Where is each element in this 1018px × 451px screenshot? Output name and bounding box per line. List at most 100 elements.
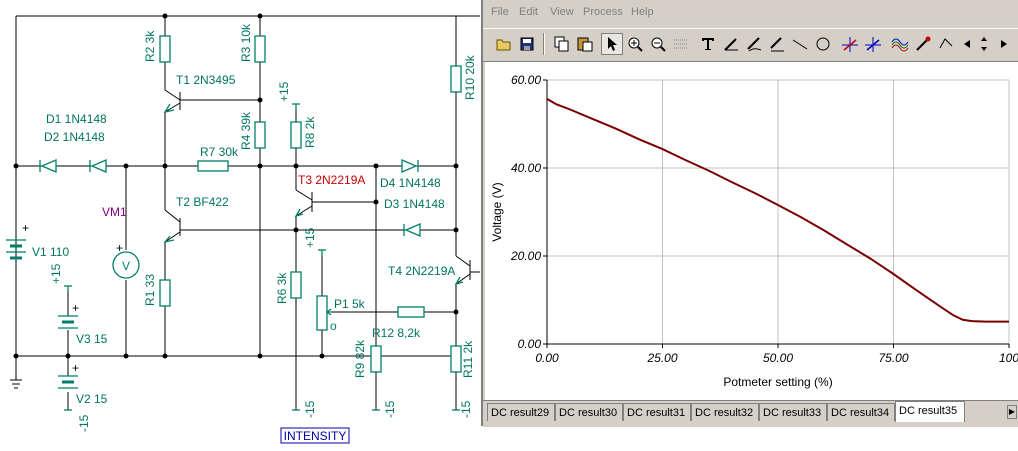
r11-resistor[interactable]: [450, 345, 462, 373]
v2-battery[interactable]: [58, 375, 78, 389]
y-tick-label: 40.00: [511, 161, 541, 175]
tab-dc-result32[interactable]: DC result32: [691, 403, 759, 421]
intensity-label: INTENSITY: [284, 429, 347, 443]
plus-sign-vm1: +: [116, 241, 123, 255]
x-tick-label: 25.00: [646, 351, 677, 365]
t2-label: T2 BF422: [176, 195, 229, 209]
r9-resistor[interactable]: [370, 345, 382, 373]
r2-resistor[interactable]: [159, 35, 171, 63]
plot-area[interactable]: 0.00 25.00 50.00 75.00 100 0.00 20.00 40.00 60.0…: [485, 62, 1018, 400]
tab-dc-result31[interactable]: DC result31: [623, 403, 691, 421]
scroll-right-icon[interactable]: [997, 33, 1011, 55]
r6-label: R6 3k: [275, 272, 289, 304]
r1-resistor[interactable]: [159, 279, 171, 307]
plus-sign-v2: +: [72, 361, 79, 375]
y-tick-label: 60.00: [511, 73, 541, 87]
plus15-pot-label: +15: [303, 227, 317, 248]
x-tick-label: 75.00: [878, 351, 908, 365]
d1-label: D1 1N4148: [46, 112, 107, 126]
paste-icon[interactable]: [574, 33, 596, 55]
cursor-b-icon[interactable]: [862, 33, 884, 55]
d2-diode[interactable]: [89, 159, 107, 173]
r7-resistor[interactable]: [197, 160, 229, 172]
menu-edit[interactable]: Edit: [519, 6, 538, 18]
menu-view[interactable]: View: [550, 6, 574, 18]
pot-marker: o: [330, 319, 337, 333]
r12-label: R12 8,2k: [372, 326, 421, 340]
d3-diode[interactable]: [403, 223, 421, 237]
d3-label: D3 1N4148: [384, 197, 445, 211]
tab-dc-result35[interactable]: DC result35: [895, 401, 965, 422]
plus-sign-v3: +: [72, 301, 79, 315]
line-icon[interactable]: [789, 33, 811, 55]
minus15-v2-label: -15: [77, 414, 91, 432]
zoom-in-icon[interactable]: [624, 33, 646, 55]
save-icon[interactable]: [516, 33, 538, 55]
marker-icon[interactable]: [912, 33, 934, 55]
r3-resistor[interactable]: [254, 35, 266, 63]
grid-icon[interactable]: [670, 33, 692, 55]
r10-resistor[interactable]: [450, 65, 462, 93]
circle-icon[interactable]: [812, 33, 834, 55]
r12-resistor[interactable]: [397, 306, 425, 318]
v3-battery[interactable]: [58, 315, 78, 329]
r3-label: R3 10k: [239, 23, 253, 62]
x-axis-label: Potmeter setting (%): [723, 375, 832, 389]
cursor-a-icon[interactable]: [839, 33, 861, 55]
p1-label: P1 5k: [334, 297, 366, 311]
waves-icon[interactable]: [889, 33, 911, 55]
d4-label: D4 1N4148: [380, 176, 441, 190]
menu-file[interactable]: File: [491, 6, 509, 18]
tab-dc-result33[interactable]: DC result33: [759, 403, 827, 421]
r1-label: R1 33: [143, 274, 157, 306]
v1-label: V1 110: [32, 245, 69, 259]
minus15-r6-label: -15: [303, 400, 317, 418]
plus15-left-label: +15: [49, 263, 63, 284]
tab-dc-result34[interactable]: DC result34: [827, 403, 895, 421]
scroll-updown-icon[interactable]: [977, 33, 991, 55]
zoom-out-icon[interactable]: [647, 33, 669, 55]
plus-sign-v1: +: [22, 221, 29, 235]
copy-icon[interactable]: [551, 33, 573, 55]
v2-label: V2 15: [76, 392, 108, 406]
open-icon[interactable]: [493, 33, 515, 55]
v3-label: V3 15: [76, 332, 108, 346]
r10-label: R10 20k: [463, 54, 477, 100]
r11-label: R11 2k: [461, 340, 475, 378]
dc-result-chart: 0.00 25.00 50.00 75.00 100 0.00 20.00 40.00 60.0…: [490, 73, 1018, 389]
menu-process[interactable]: Process: [583, 6, 623, 18]
toolbar: [483, 28, 1018, 62]
pointer-icon[interactable]: [601, 33, 623, 55]
circuit-schematic: R2 3k R3 10k T1 2N3495 R4 39k R8 2k R10 …: [6, 13, 480, 444]
scroll-left-icon[interactable]: [960, 33, 974, 55]
text-icon[interactable]: [697, 33, 719, 55]
p1-potentiometer[interactable]: [316, 295, 328, 331]
pen-icon[interactable]: [720, 33, 742, 55]
t4-label: T4 2N2219A: [388, 264, 455, 278]
r4-resistor[interactable]: [254, 121, 266, 149]
tab-scroll-icon[interactable]: ▶: [1007, 405, 1017, 419]
x-tick-label: 100: [999, 351, 1018, 365]
d2-label: D2 1N4148: [44, 130, 105, 144]
r8-resistor[interactable]: [290, 121, 302, 149]
plus15-top-label: +15: [277, 81, 291, 102]
menu-bar: File Edit View Process Help: [483, 0, 1018, 26]
t1-label: T1 2N3495: [176, 73, 236, 87]
tab-dc-result30[interactable]: DC result30: [555, 403, 623, 421]
y-tick-label: 20.00: [510, 249, 541, 263]
step-icon[interactable]: [935, 33, 957, 55]
d1-diode[interactable]: [39, 159, 57, 173]
d4-diode[interactable]: [401, 159, 419, 173]
menu-help[interactable]: Help: [631, 6, 654, 18]
y-tick-label: 0.00: [518, 337, 542, 351]
tab-dc-result29[interactable]: DC result29: [487, 403, 555, 421]
minus15-r9-label: -15: [383, 400, 397, 418]
r6-resistor[interactable]: [290, 271, 302, 299]
voltmeter-symbol: V: [122, 259, 130, 273]
x-tick-label: 50.00: [763, 351, 793, 365]
r8-label: R8 2k: [303, 116, 317, 148]
pen-alt-icon[interactable]: [743, 33, 765, 55]
minus15-r11-label: -15: [459, 400, 473, 418]
r9-label: R9 82k: [353, 339, 367, 378]
curve-tool-icon[interactable]: [766, 33, 788, 55]
